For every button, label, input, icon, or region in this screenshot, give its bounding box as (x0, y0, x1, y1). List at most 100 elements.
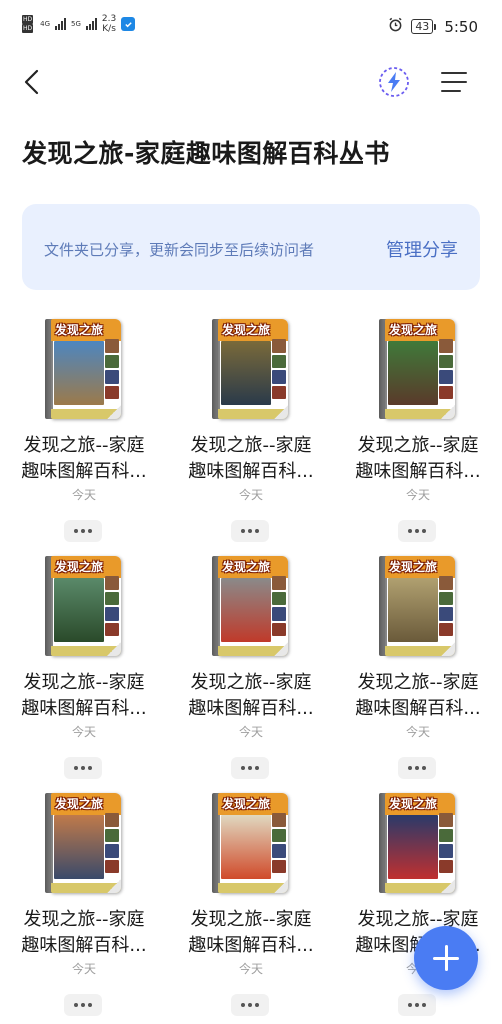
item-name[interactable]: 发现之旅--家庭趣味图解百科... (167, 670, 335, 722)
more-dot (241, 766, 245, 770)
status-left: HD HD 4G 5G 2.3 K/s (22, 14, 136, 34)
book-cover[interactable]: 发现之旅 (212, 793, 288, 895)
cover-image: 发现之旅 (385, 793, 455, 893)
more-dot (422, 766, 426, 770)
cover-thumbnails (272, 576, 286, 636)
cover-image: 发现之旅 (218, 793, 288, 893)
cover-art (54, 341, 104, 405)
app-notification-icon (121, 17, 136, 31)
book-cover[interactable]: 发现之旅 (45, 793, 121, 895)
cover-thumbnails (105, 339, 119, 399)
status-bar: HD HD 4G 5G 2.3 K/s 43 5:50 (0, 0, 502, 52)
cover-title: 发现之旅 (222, 560, 271, 574)
more-dot (81, 529, 85, 533)
page-curl (107, 642, 121, 656)
page-curl (107, 405, 121, 419)
more-options-button[interactable] (398, 994, 436, 1016)
more-options-button[interactable] (231, 757, 269, 779)
cover-header: 发现之旅 (385, 793, 455, 815)
cover-thumbnails (105, 813, 119, 873)
item-name-line1: 发现之旅--家庭 (23, 672, 145, 693)
back-button[interactable] (14, 64, 50, 100)
quick-transfer-button[interactable] (376, 64, 412, 100)
cover-image: 发现之旅 (385, 319, 455, 419)
more-options-button[interactable] (231, 994, 269, 1016)
battery-icon: 43 (411, 19, 437, 34)
grid-item[interactable]: 发现之旅发现之旅--家庭趣味图解百科...今天 (334, 314, 502, 546)
cover-art (388, 341, 438, 405)
page-curl (441, 879, 455, 893)
item-date: 今天 (238, 962, 263, 976)
more-dot (88, 1003, 92, 1007)
book-cover[interactable]: 发现之旅 (379, 793, 455, 895)
more-dot (255, 1003, 259, 1007)
item-name[interactable]: 发现之旅--家庭趣味图解百科... (0, 670, 168, 722)
status-right: 43 5:50 (388, 17, 478, 36)
add-button[interactable] (414, 926, 478, 990)
more-dot (88, 529, 92, 533)
more-dot (241, 1003, 245, 1007)
cover-title: 发现之旅 (55, 323, 104, 337)
book-cover[interactable]: 发现之旅 (379, 556, 455, 658)
more-dot (74, 1003, 78, 1007)
manage-share-link[interactable]: 管理分享 (386, 236, 458, 262)
item-name-line1: 发现之旅--家庭 (23, 909, 145, 930)
status-time: 5:50 (444, 17, 478, 36)
item-name-line1: 发现之旅--家庭 (23, 435, 145, 456)
item-date: 今天 (238, 725, 263, 739)
more-options-button[interactable] (64, 757, 102, 779)
grid-item[interactable]: 发现之旅发现之旅--家庭趣味图解百科... 今天 (167, 551, 335, 783)
more-dot (88, 766, 92, 770)
cover-image: 发现之旅 (51, 793, 121, 893)
cover-thumbnails (272, 339, 286, 399)
book-cover[interactable]: 发现之旅 (45, 556, 121, 658)
grid-item[interactable]: 发现之旅发现之旅--家庭趣味图解百科... 今天 (167, 788, 335, 1020)
cover-header: 发现之旅 (218, 793, 288, 815)
menu-button[interactable] (434, 64, 474, 100)
item-name[interactable]: 发现之旅--家庭趣味图解百科... (167, 907, 335, 959)
cover-art (54, 578, 104, 642)
more-options-button[interactable] (398, 757, 436, 779)
cover-image: 发现之旅 (51, 556, 121, 656)
battery-level: 43 (411, 19, 434, 34)
network-speed: 2.3 K/s (102, 14, 116, 34)
grid-item[interactable]: 发现之旅发现之旅--家庭趣味图解百科...今天 (0, 314, 168, 546)
cover-title: 发现之旅 (55, 797, 104, 811)
more-options-button[interactable] (398, 520, 436, 542)
more-options-button[interactable] (64, 520, 102, 542)
item-date: 今天 (238, 488, 263, 502)
item-name[interactable]: 发现之旅--家庭趣味图解百科... (334, 433, 502, 485)
grid-item[interactable]: 发现之旅发现之旅--家庭趣味图解百科...今天 (334, 551, 502, 783)
signal-icon (55, 18, 67, 30)
more-dot (255, 766, 259, 770)
item-name[interactable]: 发现之旅--家庭趣味图解百科... (334, 670, 502, 722)
more-options-button[interactable] (231, 520, 269, 542)
item-name[interactable]: 发现之旅--家庭趣味图解百科... (167, 433, 335, 485)
cover-image: 发现之旅 (218, 556, 288, 656)
more-dot (248, 529, 252, 533)
cover-header: 发现之旅 (51, 319, 121, 341)
hd-badge: HD (22, 24, 34, 33)
grid-item[interactable]: 发现之旅发现之旅--家庭趣味图解百科...今天 (0, 788, 168, 1020)
book-cover[interactable]: 发现之旅 (45, 319, 121, 421)
book-cover[interactable]: 发现之旅 (379, 319, 455, 421)
book-cover[interactable]: 发现之旅 (212, 319, 288, 421)
book-cover[interactable]: 发现之旅 (212, 556, 288, 658)
item-name-line2: 趣味图解百科... (188, 935, 314, 956)
cover-title: 发现之旅 (389, 797, 438, 811)
item-name[interactable]: 发现之旅--家庭趣味图解百科... (0, 907, 168, 959)
grid-item[interactable]: 发现之旅发现之旅--家庭趣味图解百科... 今天 (0, 551, 168, 783)
item-date: 今天 (71, 725, 96, 739)
cover-thumbnails (439, 339, 453, 399)
cover-art (221, 815, 271, 879)
more-options-button[interactable] (64, 994, 102, 1016)
cover-thumbnails (105, 576, 119, 636)
item-name[interactable]: 发现之旅--家庭趣味图解百科... (0, 433, 168, 485)
cover-art (221, 578, 271, 642)
cover-image: 发现之旅 (51, 319, 121, 419)
cover-header: 发现之旅 (385, 319, 455, 341)
cover-header: 发现之旅 (51, 556, 121, 578)
grid-item[interactable]: 发现之旅发现之旅--家庭趣味图解百科...今天 (334, 788, 502, 1020)
grid-item[interactable]: 发现之旅发现之旅--家庭趣味图解百科... 今天 (167, 314, 335, 546)
page-title: 发现之旅-家庭趣味图解百科丛书 (22, 139, 390, 168)
